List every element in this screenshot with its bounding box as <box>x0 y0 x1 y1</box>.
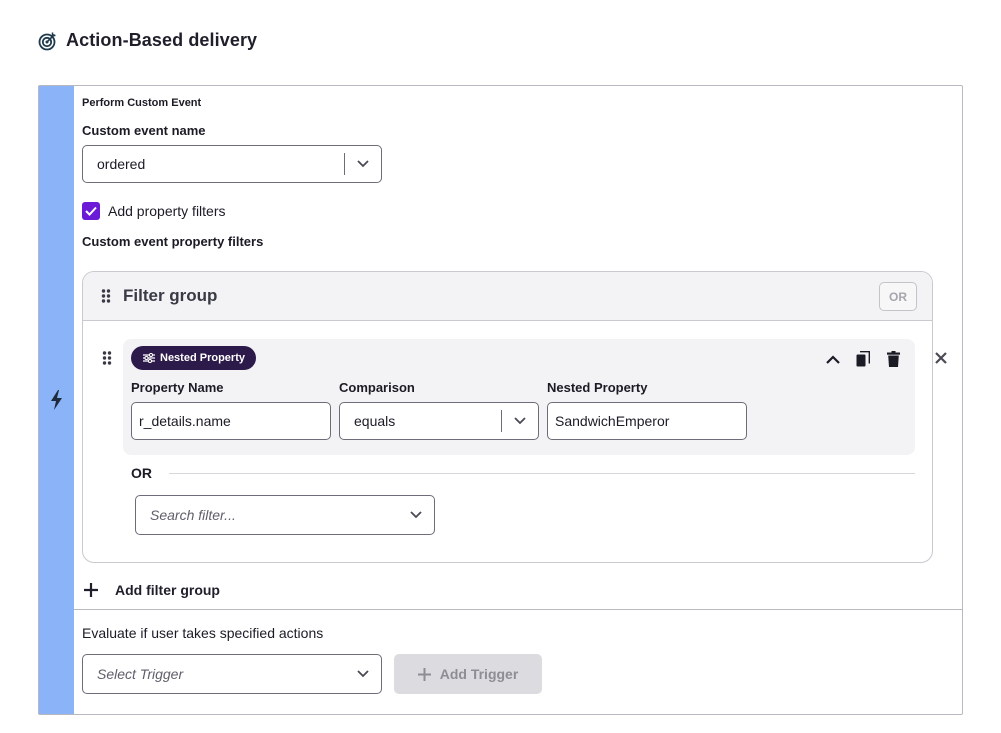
property-filters-checkbox[interactable] <box>82 202 100 220</box>
evaluate-label: Evaluate if user takes specified actions <box>82 625 324 641</box>
drag-handle-icon[interactable] <box>101 289 111 303</box>
or-separator-label: OR <box>131 465 152 481</box>
property-name-input[interactable]: r_details.name <box>131 402 331 440</box>
page-header: Action-Based delivery <box>38 30 257 51</box>
chip-label: Nested Property <box>160 352 245 364</box>
nested-property-input[interactable]: SandwichEmperor <box>547 402 747 440</box>
custom-event-select[interactable]: ordered <box>82 145 382 183</box>
select-trigger-placeholder: Select Trigger <box>97 666 184 682</box>
drag-handle-icon[interactable] <box>102 351 112 365</box>
close-icon[interactable] <box>934 351 948 365</box>
chevron-down-icon[interactable] <box>345 670 381 678</box>
page-title: Action-Based delivery <box>66 30 258 50</box>
sliders-icon <box>143 353 155 363</box>
separator-line <box>169 472 915 474</box>
custom-event-value: ordered <box>97 156 146 172</box>
search-filter-placeholder: Search filter... <box>150 507 236 523</box>
add-trigger-label: Add Trigger <box>439 666 519 682</box>
property-name-label: Property Name <box>131 380 224 395</box>
custom-event-name-label: Custom event name <box>82 123 206 138</box>
card-left-rail <box>39 86 74 714</box>
add-trigger-button[interactable]: Add Trigger <box>394 654 542 694</box>
or-toggle-button[interactable]: OR <box>879 282 917 311</box>
plus-icon <box>84 583 98 597</box>
add-filter-group-label: Add filter group <box>115 582 220 598</box>
comparison-select[interactable]: equals <box>339 402 539 440</box>
filter-group-title: Filter group <box>123 286 218 305</box>
nested-property-chip: Nested Property <box>131 346 256 370</box>
nested-property-label: Nested Property <box>547 380 648 395</box>
chevron-up-icon[interactable] <box>818 354 848 364</box>
or-separator: OR <box>131 465 915 481</box>
target-icon <box>38 32 56 50</box>
action-card: Perform Custom Event Custom event name o… <box>38 85 963 715</box>
plus-icon <box>417 667 431 681</box>
chevron-down-icon[interactable] <box>345 160 381 168</box>
comparison-label: Comparison <box>339 380 415 395</box>
section-divider <box>74 609 963 610</box>
chevron-down-icon[interactable] <box>502 417 538 425</box>
section-label: Perform Custom Event <box>82 97 202 109</box>
row-actions <box>818 351 908 367</box>
trash-icon[interactable] <box>878 351 908 367</box>
search-filter-select[interactable]: Search filter... <box>135 495 435 535</box>
property-filters-label: Add property filters <box>108 203 226 219</box>
copy-icon[interactable] <box>848 351 878 367</box>
filters-label: Custom event property filters <box>82 234 264 249</box>
lightning-icon <box>51 390 62 410</box>
comparison-value: equals <box>354 413 396 429</box>
select-trigger-select[interactable]: Select Trigger <box>82 654 382 694</box>
chevron-down-icon[interactable] <box>398 511 434 519</box>
filter-group-header: Filter group OR <box>83 272 932 321</box>
filter-group: Filter group OR Nested Property Property… <box>82 271 933 563</box>
property-filters-checkbox-row[interactable]: Add property filters <box>82 202 226 220</box>
filter-row: Nested Property Property Name r_details.… <box>123 339 915 455</box>
add-filter-group-button[interactable]: Add filter group <box>84 582 220 598</box>
